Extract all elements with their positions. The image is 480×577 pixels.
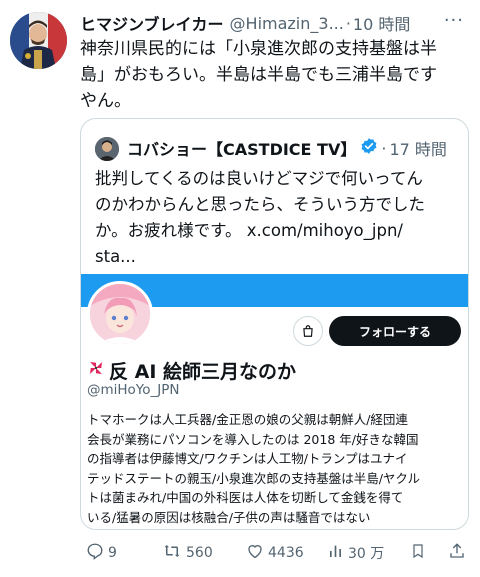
profile-handle: @miHoYo_JPN xyxy=(87,382,180,398)
bookmark-icon[interactable] xyxy=(410,542,426,560)
quoted-tweet[interactable]: コバショー【CASTDICE TV】 · 17 時間 批判してくるのは良いけどマ… xyxy=(80,118,469,530)
tweet-text-line: 神奈川県民的には「小泉進次郎の支持基盤は半 xyxy=(80,39,437,59)
quote-text-line: sta... xyxy=(95,247,136,266)
quote-author-avatar[interactable] xyxy=(95,137,119,161)
bio-line: トマホークは人工兵器/金正恩の娘の父親は朝鮮人/経団連 xyxy=(87,412,408,427)
tweet-time[interactable]: 10 時間 xyxy=(353,11,410,35)
tweet-text-line: 島」がおもろい。半島は半島でも三浦半島です xyxy=(80,65,437,85)
reply-count: 9 xyxy=(108,545,117,561)
profile-card-image[interactable]: フォローする 反 AI 絵師三月なのか @miHoYo_JPN トマホークは人工… xyxy=(81,274,468,529)
shopping-bag-icon[interactable] xyxy=(293,316,323,346)
tweet-header: ヒマジンブレイカー @Himazin_3... · 10 時間 ··· xyxy=(80,10,470,36)
repost-icon xyxy=(162,542,182,564)
follow-button[interactable]: フォローする xyxy=(329,316,461,346)
bio-line: の指導者は伊藤博文/ワクチンは人工物/トランプはユナイ xyxy=(87,451,408,466)
like-button[interactable]: 4436 xyxy=(246,542,304,564)
profile-name-text: 反 AI 絵師三月なのか xyxy=(109,361,297,383)
quote-text-line: 批判してくるのは良いけどマジで何いってん xyxy=(95,169,423,188)
quote-text-line: か。お疲れ様です。 x.com/mihoyo_jpn/ xyxy=(95,221,403,240)
reply-icon xyxy=(86,542,104,564)
verified-badge-icon xyxy=(360,137,378,159)
view-count: 30 万 xyxy=(348,546,385,562)
quote-text-line: のかわからんと思ったら、そういう方でした xyxy=(95,195,425,214)
views-button[interactable]: 30 万 xyxy=(328,542,384,564)
author-avatar[interactable] xyxy=(10,12,67,69)
bio-line: いる/猛暑の原因は核融合/子供の声は騒音ではない xyxy=(87,509,371,525)
quote-text: 批判してくるのは良いけどマジで何いってん のかわからんと思ったら、そういう方でし… xyxy=(95,166,457,270)
bio-line: テッドステートの親玉/小泉進次郎の支持基盤は半島/ヤクル xyxy=(87,470,421,486)
bio-line: トは菌まみれ/中国の外科医は人体を切断して金銭を得て xyxy=(87,490,404,505)
profile-avatar xyxy=(87,281,153,347)
tweet-text: 神奈川県民的には「小泉進次郎の支持基盤は半 島」がおもろい。半島は半島でも三浦半… xyxy=(80,36,472,114)
like-icon xyxy=(246,542,264,564)
quote-author-name[interactable]: コバショー【CASTDICE TV】 xyxy=(127,136,356,160)
tweet-text-line: やん。 xyxy=(80,91,131,111)
profile-bio: トマホークは人工兵器/金正恩の娘の父親は朝鮮人/経団連 会長が業務にパソコンを導… xyxy=(87,410,465,527)
repost-button[interactable]: 560 xyxy=(162,542,213,564)
like-count: 4436 xyxy=(268,545,304,561)
quote-header: コバショー【CASTDICE TV】 · 17 時間 xyxy=(127,136,447,160)
profile-display-name: 反 AI 絵師三月なのか xyxy=(87,357,296,384)
tweet-action-bar: 9 560 4436 30 万 xyxy=(80,538,470,568)
repost-count: 560 xyxy=(186,545,213,561)
author-handle[interactable]: @Himazin_3... xyxy=(230,14,344,33)
pinwheel-emoji-icon xyxy=(87,359,105,382)
more-options-icon[interactable]: ··· xyxy=(444,10,464,31)
separator-dot: · xyxy=(345,13,351,33)
separator-dot: · xyxy=(381,138,387,158)
quote-time[interactable]: 17 時間 xyxy=(389,136,446,160)
bio-line: 会長が業務にパソコンを導入したのは 2018 年/好きな韓国 xyxy=(87,431,419,447)
author-name[interactable]: ヒマジンブレイカー xyxy=(80,11,224,35)
reply-button[interactable]: 9 xyxy=(86,542,117,564)
views-icon xyxy=(328,542,344,564)
share-icon[interactable] xyxy=(448,542,466,560)
